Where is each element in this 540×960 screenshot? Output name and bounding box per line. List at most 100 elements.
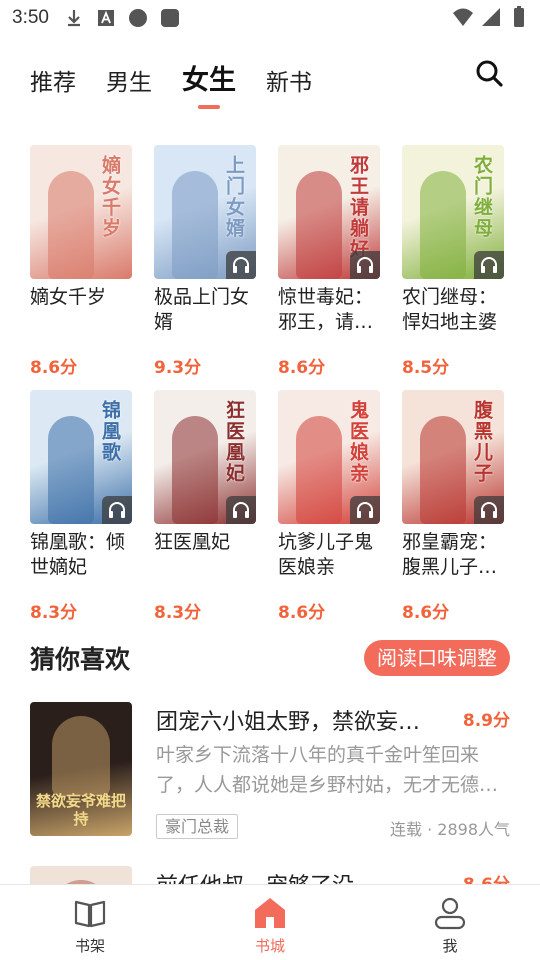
book-icon: [74, 900, 106, 928]
book-score: 8.6分: [278, 603, 326, 623]
cover-title: 腹黑儿子: [471, 400, 493, 484]
nav-label: 书架: [74, 937, 105, 955]
recommend-item[interactable]: 禁欲妄爷难把持 团宠六小姐太野，禁欲妄… 8.9分 叶家乡下流落十八年的真千金叶…: [30, 702, 510, 839]
nav-label: 书城: [254, 937, 285, 955]
book-cover: 农门继母: [402, 145, 504, 279]
status-time: 3:50: [12, 7, 49, 28]
book-cover: 禁欲妄爷难把持: [30, 702, 132, 836]
battery-icon: [514, 6, 524, 27]
home-icon: [255, 898, 285, 928]
audiobook-badge: [474, 251, 504, 279]
book-cover: 锦凰歌: [30, 390, 132, 524]
book-title: 锦凰歌：倾世嫡妃: [30, 531, 126, 578]
book-score: 8.6分: [402, 603, 450, 623]
book-card[interactable]: 狂医凰妃 狂医凰妃 8.3分: [154, 390, 256, 635]
cover-figure: [48, 416, 94, 524]
headphones-icon: [233, 257, 249, 273]
book-title: 极品上门女婿: [154, 286, 250, 333]
headphones-icon: [481, 257, 497, 273]
active-tab-indicator: [198, 105, 220, 109]
book-score: 8.6分: [30, 358, 78, 378]
audiobook-badge: [102, 496, 132, 524]
cover-figure: [296, 416, 342, 524]
nav-label: 我: [442, 937, 458, 955]
book-title: 惊世毒妃：邪王，请…: [278, 286, 374, 333]
book-cover: 腹黑儿子: [402, 390, 504, 524]
book-card[interactable]: 锦凰歌锦凰歌：倾世嫡妃 8.3分: [30, 390, 132, 635]
section-title-guess: 猜你喜欢: [30, 645, 131, 674]
cover-title: 狂医凰妃: [223, 400, 245, 484]
book-cover: 嫡女千岁: [30, 145, 132, 279]
status-icons-right: [452, 6, 530, 28]
font-icon: [97, 10, 114, 26]
tab-label: 新书: [266, 70, 312, 96]
cover-title: 禁欲妄爷难把持: [35, 792, 126, 828]
book-title: 农门继母：悍妇地主婆: [402, 286, 498, 333]
tab-female[interactable]: 女生: [182, 58, 236, 109]
nav-bookshelf[interactable]: 书架: [0, 885, 180, 960]
genre-tag[interactable]: 豪门总裁: [156, 814, 239, 839]
recommend-description: 叶家乡下流落十八年的真千金叶笙回来了，人人都说她是乡野村姑，无才无德…: [156, 744, 499, 796]
book-score: 9.3分: [154, 358, 202, 378]
tab-recommend[interactable]: 推荐: [30, 63, 76, 97]
status-icons-left: [63, 7, 181, 29]
book-cover: 狂医凰妃: [154, 390, 256, 524]
cover-figure: [296, 171, 342, 279]
book-cover: 鬼医娘亲: [278, 390, 380, 524]
headphones-icon: [109, 502, 125, 518]
cover-title: 嫡女千岁: [99, 155, 121, 239]
book-card[interactable]: 鬼医娘亲 坑爹儿子鬼医娘亲 8.6分: [278, 390, 380, 635]
cover-title: 鬼医娘亲: [347, 400, 369, 484]
cover-title: 上门女婿: [223, 155, 245, 239]
wifi-icon: [453, 8, 473, 26]
book-cover: 上门女婿: [154, 145, 256, 279]
audiobook-badge: [350, 496, 380, 524]
book-score: 8.3分: [154, 603, 202, 623]
recommend-meta: 连载 · 2898人气: [390, 820, 510, 839]
circle-icon: [128, 9, 147, 27]
tab-label: 女生: [182, 65, 236, 96]
cover-figure: [172, 171, 218, 279]
tab-label: 男生: [106, 70, 152, 96]
book-grid: 嫡女千岁 嫡女千岁 8.6分 上门女婿 极品上门女婿 9.3分 邪王请躺好 惊世毒妃：邪王，请…: [30, 145, 510, 635]
cover-figure: [420, 171, 466, 279]
headphones-icon: [233, 502, 249, 518]
tab-label: 推荐: [30, 70, 76, 96]
rounded-square-icon: [160, 9, 179, 27]
book-card[interactable]: 嫡女千岁 嫡女千岁 8.6分: [30, 145, 132, 390]
audiobook-badge: [226, 251, 256, 279]
signal-icon: [482, 8, 500, 26]
book-card[interactable]: 邪王请躺好惊世毒妃：邪王，请… 8.6分: [278, 145, 380, 390]
cover-figure: [420, 416, 466, 524]
category-tabs: 推荐 男生 女生 新书: [30, 58, 312, 109]
audiobook-badge: [474, 496, 504, 524]
status-bar: 3:50: [0, 0, 540, 36]
book-title: 狂医凰妃: [154, 531, 231, 553]
book-card[interactable]: 上门女婿极品上门女婿 9.3分: [154, 145, 256, 390]
tab-new-books[interactable]: 新书: [266, 63, 312, 97]
audiobook-badge: [350, 251, 380, 279]
search-icon[interactable]: [474, 58, 504, 88]
cover-title: 农门继母: [471, 155, 493, 239]
reading-taste-adjust-button[interactable]: 阅读口味调整: [364, 640, 510, 676]
recommend-score: 8.9分: [462, 711, 510, 731]
book-score: 8.6分: [278, 358, 326, 378]
audiobook-badge: [226, 496, 256, 524]
cover-figure: [172, 416, 218, 524]
nav-me[interactable]: 我: [360, 885, 540, 960]
book-score: 8.3分: [30, 603, 78, 623]
download-icon: [67, 10, 80, 27]
book-card[interactable]: 腹黑儿子邪皇霸宠：腹黑儿子… 8.6分: [402, 390, 504, 635]
book-title: 嫡女千岁: [30, 286, 107, 308]
tab-male[interactable]: 男生: [106, 63, 152, 97]
headphones-icon: [357, 502, 373, 518]
nav-bookstore[interactable]: 书城: [180, 885, 360, 960]
bottom-nav: 书架 书城 我: [0, 884, 540, 960]
headphones-icon: [357, 257, 373, 273]
book-title: 邪皇霸宠：腹黑儿子…: [402, 531, 498, 578]
book-score: 8.5分: [402, 358, 450, 378]
cover-title: 邪王请躺好: [347, 155, 369, 260]
book-cover: 邪王请躺好: [278, 145, 380, 279]
user-icon: [434, 897, 466, 930]
book-card[interactable]: 农门继母农门继母：悍妇地主婆 8.5分: [402, 145, 504, 390]
